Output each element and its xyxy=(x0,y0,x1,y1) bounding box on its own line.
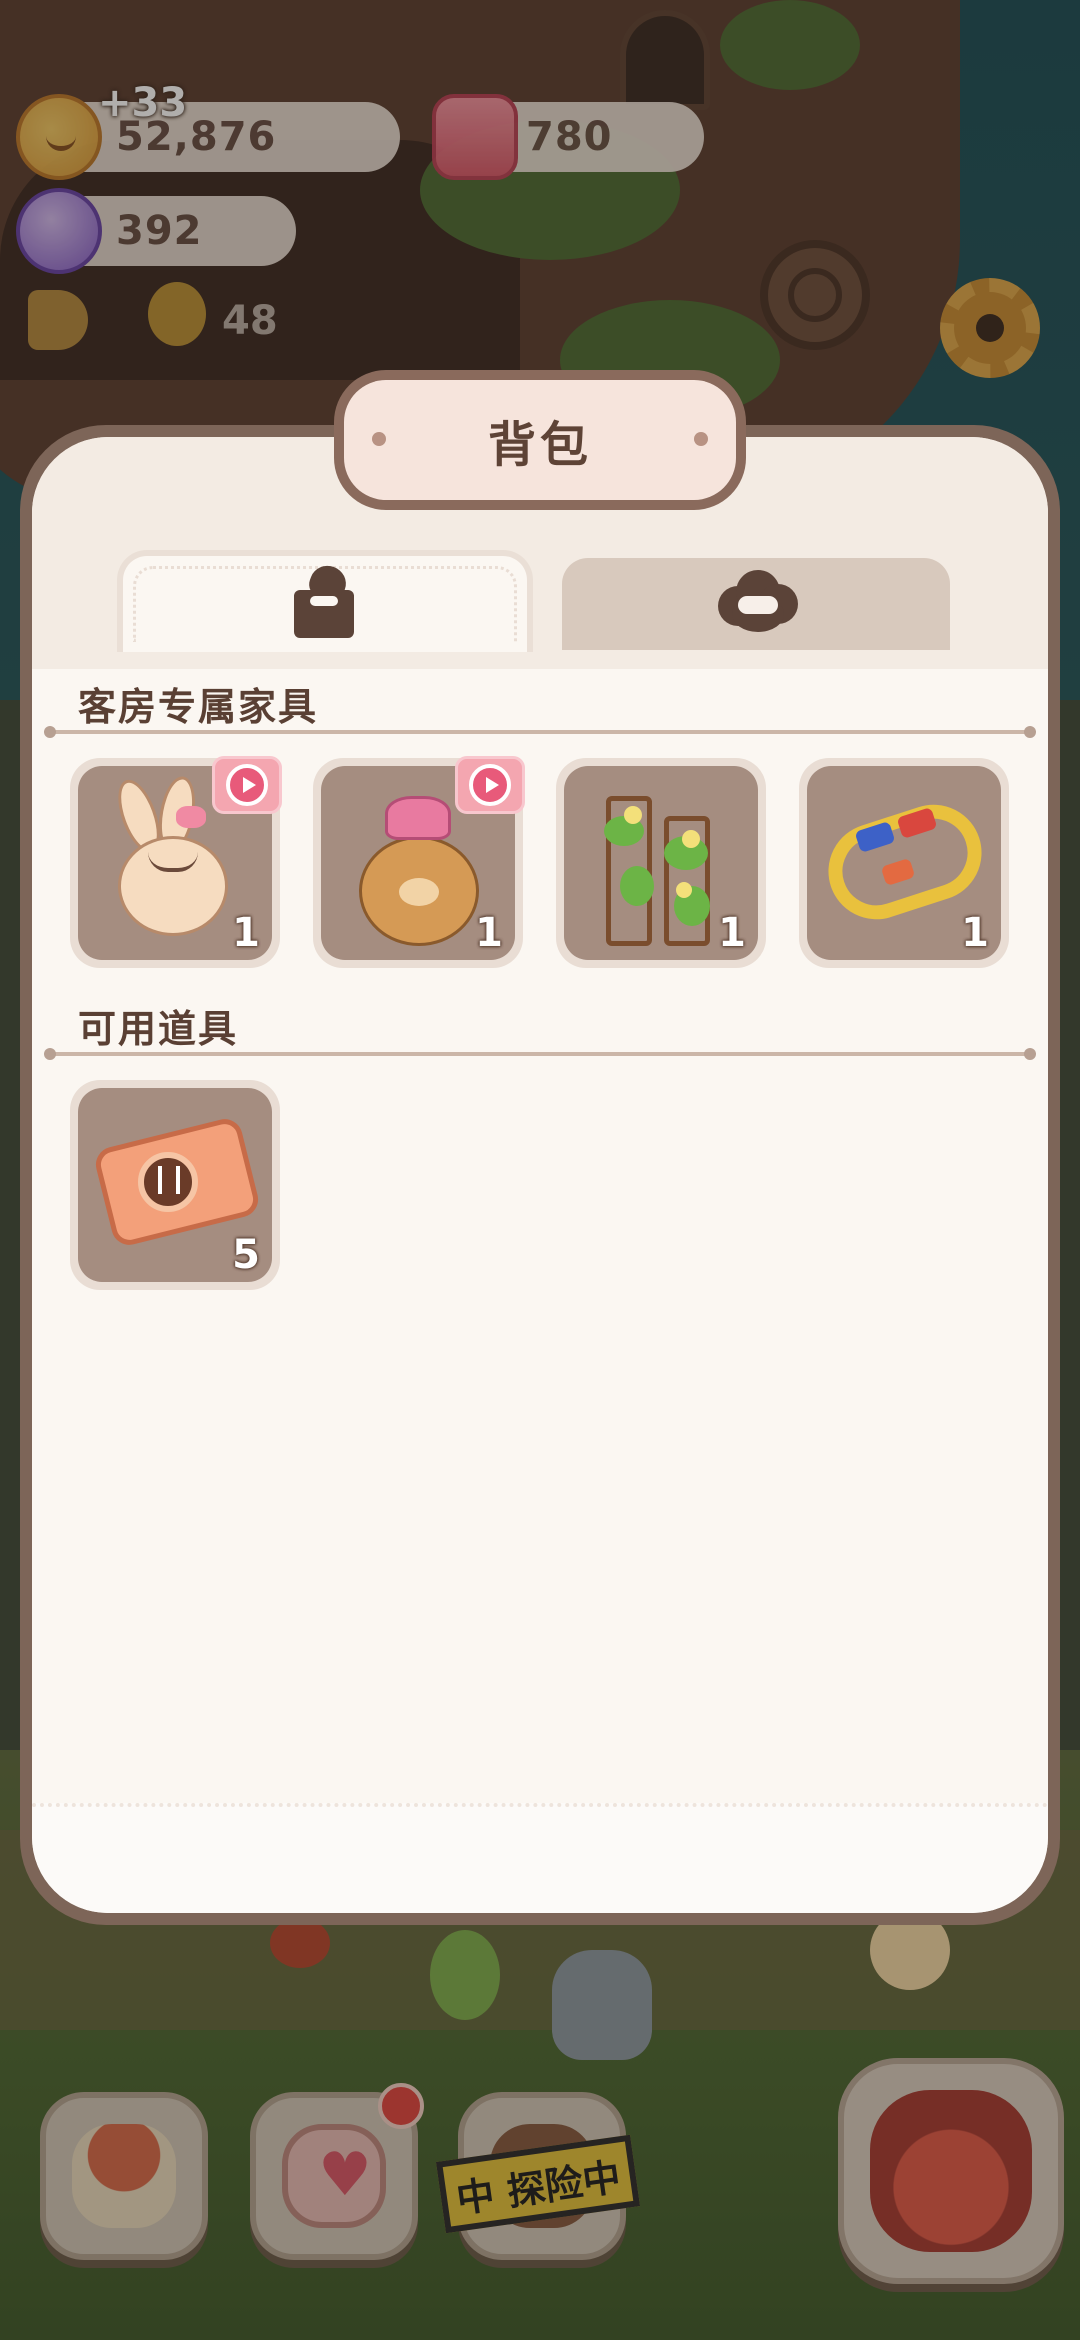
panel-title: 背包 xyxy=(487,417,592,473)
section-divider xyxy=(44,1048,1036,1060)
item-slot-teddy-bear[interactable]: 1 xyxy=(313,756,525,968)
item-slot-ticket[interactable]: 5 xyxy=(70,1080,280,1290)
item-count: 1 xyxy=(961,910,989,956)
item-count: 1 xyxy=(232,910,260,956)
section-divider xyxy=(44,726,1036,738)
item-slot-bunny[interactable]: 1 xyxy=(70,756,282,968)
section-title-room-furniture: 客房专属家具 xyxy=(78,685,319,729)
panel-title-plate: 背包 xyxy=(334,370,746,510)
item-count: 1 xyxy=(718,910,746,956)
play-icon xyxy=(469,764,511,806)
furniture-box-icon xyxy=(290,560,358,638)
bunny-plush-icon xyxy=(118,836,228,936)
item-count: 5 xyxy=(232,1232,260,1278)
video-badge[interactable] xyxy=(455,756,525,814)
item-slot-toy-train[interactable]: 1 xyxy=(799,758,1009,968)
guest-cloud-icon xyxy=(718,566,798,638)
video-badge[interactable] xyxy=(212,756,282,814)
play-icon xyxy=(226,764,268,806)
item-count: 1 xyxy=(475,910,503,956)
item-slot-flower-trellis[interactable]: 1 xyxy=(556,758,766,968)
panel-footer xyxy=(32,1803,1048,1913)
section-title-usable-items: 可用道具 xyxy=(78,1007,239,1051)
